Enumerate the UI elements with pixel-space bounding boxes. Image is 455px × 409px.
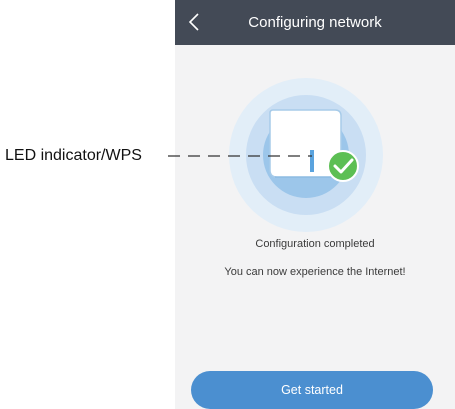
annotation-leader-line [168, 155, 312, 157]
